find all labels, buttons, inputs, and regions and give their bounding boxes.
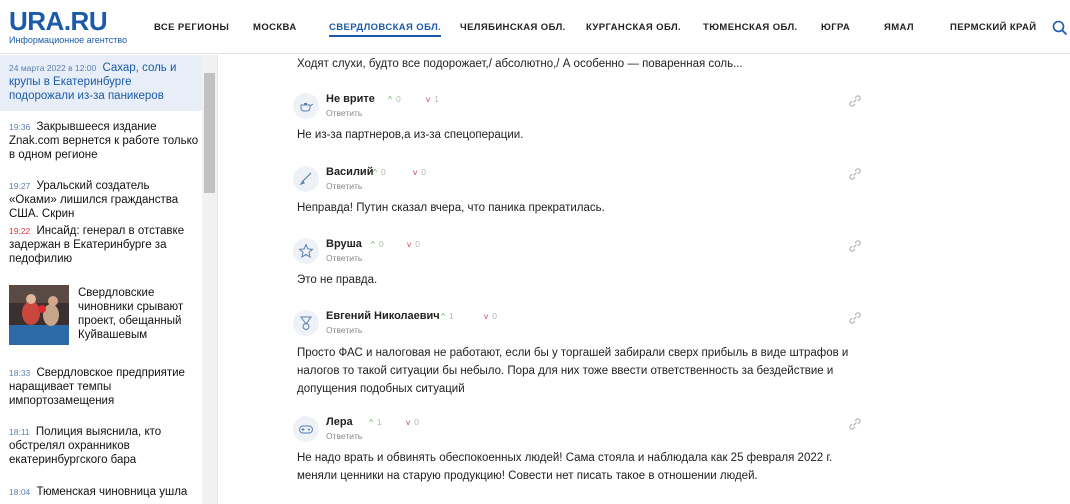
quoted-comment-text: Ходят слухи, будто все подорожает,/ абсо… — [297, 58, 743, 70]
star-icon — [298, 243, 314, 259]
comment-author: Не врите — [326, 93, 375, 105]
upvote-button[interactable]: ^ 1 — [441, 311, 454, 321]
avatar — [293, 166, 319, 192]
downvote-count: 0 — [414, 417, 419, 427]
avatar — [293, 93, 319, 119]
upvote-count: 1 — [449, 311, 454, 321]
news-time: 19:36 — [9, 122, 31, 132]
downvote-count: 0 — [492, 311, 497, 321]
logo-subtitle: Информационное агентство — [9, 35, 128, 45]
upvote-button[interactable]: ^ 0 — [388, 94, 401, 104]
avatar — [293, 416, 319, 442]
downvote-count: 0 — [421, 167, 426, 177]
link-icon[interactable] — [848, 239, 862, 253]
nav-all-regions[interactable]: ВСЕ РЕГИОНЫ — [154, 22, 229, 33]
nav-perm[interactable]: ПЕРМСКИЙ КРАЙ — [950, 22, 1036, 33]
upvote-count: 0 — [379, 239, 384, 249]
active-news-item[interactable]: 24 марта 2022 в 12:00 Сахар, соль и круп… — [0, 55, 202, 111]
comment-text: Не из-за партнеров,а из-за спецоперации. — [297, 129, 524, 141]
downvote-button[interactable]: v0 — [407, 239, 420, 249]
downvote-count: 1 — [434, 94, 439, 104]
news-item[interactable]: Свердловские чиновники срывают проект, о… — [78, 286, 198, 342]
active-news-link[interactable]: 24 марта 2022 в 12:00 Сахар, соль и круп… — [9, 61, 199, 103]
link-icon[interactable] — [848, 167, 862, 181]
comment-text: Неправда! Путин сказал вчера, что паника… — [297, 202, 605, 214]
teapot-icon — [300, 103, 314, 112]
news-title[interactable]: Закрывшееся издание Znak.com вернется к … — [9, 121, 198, 161]
upvote-button[interactable]: ^ 0 — [373, 167, 386, 177]
comment-author: Василий — [326, 166, 374, 178]
downvote-button[interactable]: v0 — [406, 417, 419, 427]
upvote-button[interactable]: ^ 0 — [371, 239, 384, 249]
news-title[interactable]: Свердловское предприятие наращивает темп… — [9, 367, 185, 407]
nav-yugra[interactable]: ЮГРА — [821, 22, 850, 33]
comment-text: Не надо врать и обвинять обеспокоенных л… — [297, 452, 833, 482]
news-time: 19:27 — [9, 181, 31, 191]
news-time: 19:22 — [9, 226, 31, 236]
comment-author: Евгений Николаевич — [326, 310, 440, 322]
reply-button[interactable]: Ответить — [326, 325, 362, 335]
reply-button[interactable]: Ответить — [326, 431, 362, 441]
news-title[interactable]: Инсайд: генерал в отставке задержан в Ек… — [9, 225, 184, 265]
upvote-count: 0 — [396, 94, 401, 104]
boxing-photo-image — [9, 285, 69, 345]
news-date: 24 марта 2022 в 12:00 — [9, 63, 97, 73]
search-icon[interactable] — [1052, 20, 1068, 36]
comment-author: Лера — [326, 416, 353, 428]
medal-icon — [300, 316, 312, 330]
news-title[interactable]: Свердловские чиновники срывают проект, о… — [78, 287, 183, 341]
upvote-button[interactable]: ^ 1 — [369, 417, 382, 427]
comment-text: Это не правда. — [297, 274, 378, 286]
comment-author: Вруша — [326, 238, 362, 250]
news-feed: 24 марта 2022 в 12:00 Сахар, соль и круп… — [0, 55, 218, 504]
downvote-button[interactable]: v0 — [484, 311, 497, 321]
news-time: 18:11 — [9, 427, 30, 437]
comment-text: Просто ФАС и налоговая не работают, если… — [297, 347, 849, 395]
news-item[interactable]: 18:33 Свердловское предприятие наращивае… — [9, 366, 199, 408]
news-title[interactable]: Полиция выяснила, кто обстрелял охранник… — [9, 426, 161, 466]
news-item[interactable]: 18:11 Полиция выяснила, кто обстрелял ох… — [9, 425, 199, 467]
news-item[interactable]: 19:36 Закрывшееся издание Znak.com верне… — [9, 120, 199, 162]
upvote-count: 0 — [381, 167, 386, 177]
feed-scrollbar[interactable] — [202, 55, 217, 504]
site-header: URA.RU Информационное агентство ВСЕ РЕГИ… — [0, 0, 1070, 54]
news-time: 18:33 — [9, 368, 31, 378]
upvote-count: 1 — [377, 417, 382, 427]
comments-section: Ходят слухи, будто все подорожает,/ абсо… — [218, 55, 1070, 504]
news-title[interactable]: Уральский создатель «Оками» лишился граж… — [9, 180, 178, 220]
downvote-button[interactable]: v1 — [426, 94, 439, 104]
avatar — [293, 310, 319, 336]
nav-moscow[interactable]: МОСКВА — [253, 22, 297, 33]
news-item[interactable]: 18:04 Тюменская чиновница ушла — [9, 485, 199, 499]
nav-kurgan[interactable]: КУРГАНСКАЯ ОБЛ. — [586, 22, 681, 33]
reply-button[interactable]: Ответить — [326, 181, 362, 191]
gamepad-icon — [299, 425, 313, 434]
site-logo[interactable]: URA.RU Информационное агентство — [9, 8, 127, 45]
nav-chelyabinsk[interactable]: ЧЕЛЯБИНСКАЯ ОБЛ. — [460, 22, 566, 33]
nav-yamal[interactable]: ЯМАЛ — [884, 22, 914, 33]
news-photo[interactable] — [9, 285, 69, 345]
news-item[interactable]: 19:27 Уральский создатель «Оками» лишилс… — [9, 179, 199, 221]
downvote-count: 0 — [415, 239, 420, 249]
link-icon[interactable] — [848, 311, 862, 325]
news-item[interactable]: 19:22 Инсайд: генерал в отставке задержа… — [9, 224, 199, 266]
nav-tyumen[interactable]: ТЮМЕНСКАЯ ОБЛ. — [703, 22, 798, 33]
avatar — [293, 238, 319, 264]
news-title[interactable]: Тюменская чиновница ушла — [36, 486, 187, 498]
reply-button[interactable]: Ответить — [326, 253, 362, 263]
link-icon[interactable] — [848, 417, 862, 431]
brush-icon — [299, 172, 312, 186]
downvote-button[interactable]: v0 — [413, 167, 426, 177]
link-icon[interactable] — [848, 94, 862, 108]
reply-button[interactable]: Ответить — [326, 108, 362, 118]
news-time: 18:04 — [9, 487, 31, 497]
feed-scrollbar-thumb[interactable] — [204, 73, 215, 193]
logo-text[interactable]: URA.RU — [9, 8, 127, 34]
nav-sverdlovsk[interactable]: СВЕРДЛОВСКАЯ ОБЛ. — [329, 22, 442, 37]
